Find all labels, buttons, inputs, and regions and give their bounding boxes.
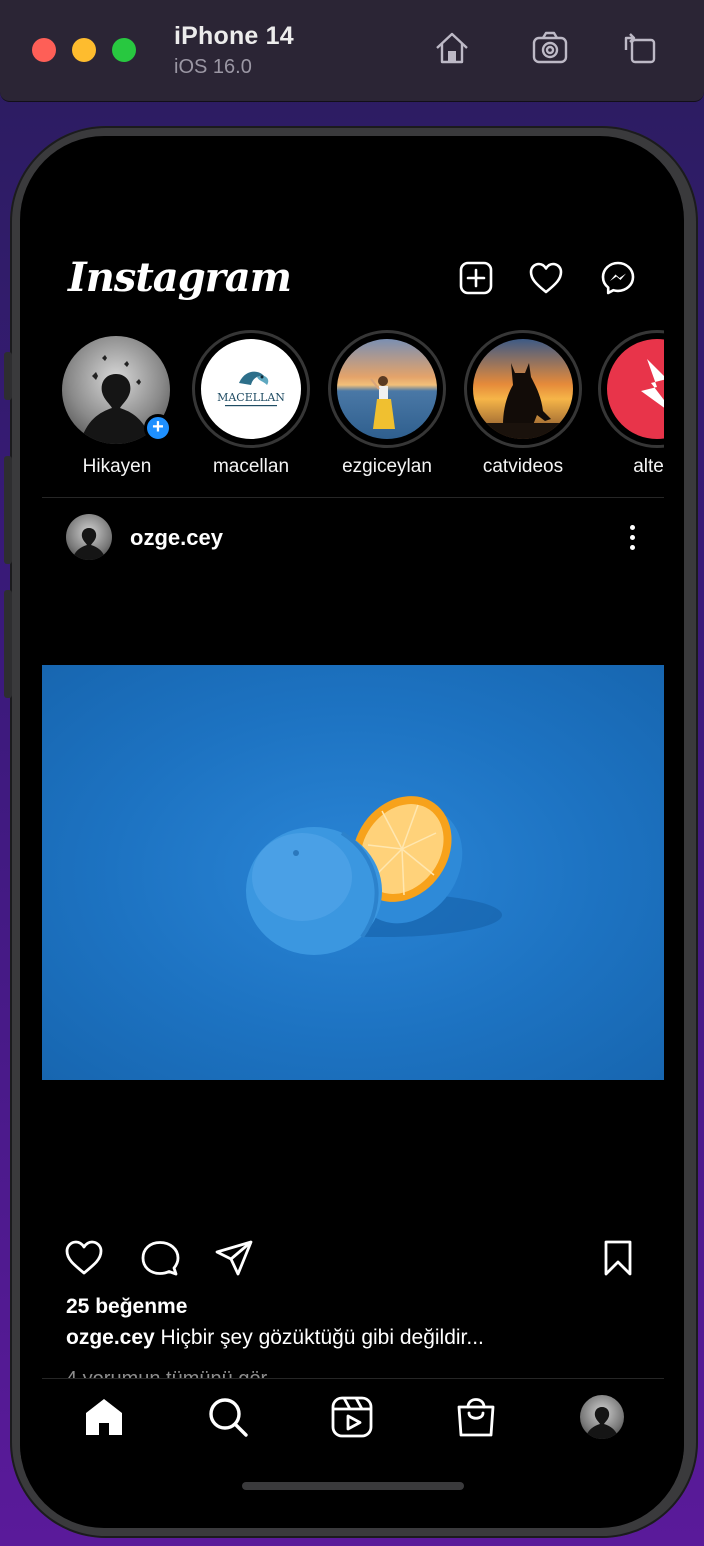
minimize-window-button[interactable] <box>72 38 96 62</box>
caption-text: Hiçbir şey gözüktüğü gibi değildir... <box>154 1326 484 1349</box>
avatar: MACELLAN <box>201 339 301 439</box>
home-indicator[interactable] <box>242 1482 464 1490</box>
avatar <box>607 339 664 439</box>
reels-icon[interactable] <box>330 1395 374 1439</box>
post-username[interactable]: ozge.cey <box>130 525 223 551</box>
phone-screen: Instagram + Hikayen MACELLAN macellan ez… <box>20 136 684 1528</box>
avatar <box>337 339 437 439</box>
like-icon[interactable] <box>64 1238 104 1278</box>
new-post-icon[interactable] <box>458 260 494 296</box>
post-avatar[interactable] <box>66 514 112 560</box>
avatar-text: MACELLAN <box>217 391 285 404</box>
nav-divider <box>42 1378 664 1379</box>
post-image[interactable] <box>42 665 664 1080</box>
os-version: iOS 16.0 <box>174 56 252 78</box>
volume-down-button <box>4 590 12 698</box>
story-ring: MACELLAN <box>192 330 310 448</box>
more-options-icon[interactable] <box>620 522 644 552</box>
instagram-logo: Instagram <box>68 254 292 301</box>
caption-username[interactable]: ozge.cey <box>66 1326 155 1349</box>
profile-avatar[interactable] <box>580 1395 624 1439</box>
heart-icon[interactable] <box>528 260 564 296</box>
story-ezgiceylan[interactable]: ezgiceylan <box>320 328 450 488</box>
likes-count[interactable]: 25 beğenme <box>66 1295 187 1319</box>
comment-icon[interactable] <box>140 1238 180 1278</box>
story-catvideos[interactable]: catvideos <box>456 328 586 488</box>
story-ring <box>598 330 664 448</box>
zoom-window-button[interactable] <box>112 38 136 62</box>
bottom-nav <box>20 1379 684 1459</box>
messenger-icon[interactable] <box>600 260 636 296</box>
post-caption: ozge.cey Hiçbir şey gözüktüğü gibi değil… <box>66 1326 484 1350</box>
volume-up-button <box>4 456 12 564</box>
story-label: macellan <box>212 456 290 477</box>
stories-tray: + Hikayen MACELLAN macellan ezgiceylan c… <box>20 328 664 488</box>
story-label: altern <box>633 456 664 477</box>
home-icon[interactable] <box>432 28 472 68</box>
screenshot-icon[interactable] <box>530 28 570 68</box>
mute-switch <box>4 352 12 400</box>
story-label: ezgiceylan <box>342 456 432 477</box>
bookmark-icon[interactable] <box>598 1238 638 1278</box>
simulator-title-bar: iPhone 14 iOS 16.0 <box>0 0 704 102</box>
divider <box>42 497 664 498</box>
shop-icon[interactable] <box>454 1395 498 1439</box>
avatar <box>473 339 573 439</box>
story-ring <box>328 330 446 448</box>
rotate-icon[interactable] <box>620 28 660 68</box>
search-icon[interactable] <box>206 1395 250 1439</box>
story-label: Hikayen <box>82 456 152 477</box>
story-ring <box>464 330 582 448</box>
story-label: catvideos <box>482 456 564 477</box>
home-icon[interactable] <box>82 1395 126 1439</box>
share-icon[interactable] <box>214 1238 254 1278</box>
story-macellan[interactable]: MACELLAN macellan <box>184 328 314 488</box>
close-window-button[interactable] <box>32 38 56 62</box>
device-name: iPhone 14 <box>174 22 294 50</box>
add-story-badge[interactable]: + <box>144 414 172 442</box>
view-comments-link[interactable]: 4 yorumun tümünü gör <box>66 1368 267 1378</box>
story-altern[interactable]: altern <box>590 328 664 488</box>
story-own[interactable]: + Hikayen <box>50 328 180 488</box>
